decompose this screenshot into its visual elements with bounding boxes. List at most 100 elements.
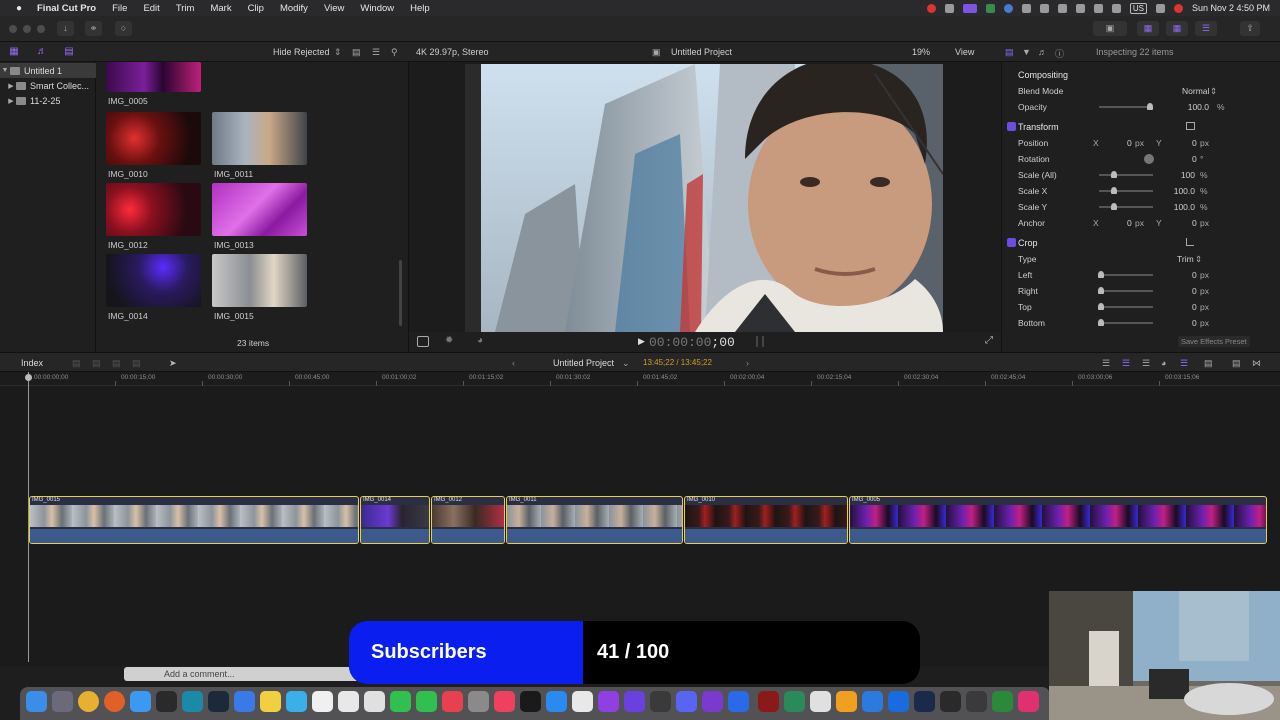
clip-thumbnail[interactable] [106,254,201,307]
app-icon[interactable] [784,691,805,712]
clip-thumbnail[interactable] [212,183,307,236]
blend-chevron-icon[interactable]: ⇕ [1210,86,1217,97]
view-dropdown[interactable]: View [955,47,974,57]
inspector-toggle-icon[interactable]: ☰ [1195,21,1217,36]
video-inspector-icon[interactable]: ▤ [1005,47,1014,58]
app-icon[interactable] [992,691,1013,712]
calendar-icon[interactable] [312,691,333,712]
app-icon[interactable] [1018,691,1039,712]
timeline-clip[interactable]: IMG_0005 [849,496,1267,544]
play-status-icon[interactable] [1057,3,1067,13]
status-app-icon-blue[interactable] [1003,3,1013,13]
slider-knob[interactable] [1111,171,1117,178]
timeline-back-icon[interactable]: ‹ [512,358,515,368]
record-status-icon[interactable] [926,3,936,13]
menu-clip[interactable]: Clip [248,3,264,14]
app-icon[interactable] [966,691,987,712]
library-item-smart-collections[interactable]: ▶ Smart Collec... [0,78,96,93]
libraries-icon[interactable]: ▦ [8,46,20,58]
scale-y-slider[interactable] [1099,203,1153,210]
slider-knob[interactable] [1098,319,1104,326]
vscode-icon[interactable] [862,691,883,712]
app-icon[interactable] [182,691,203,712]
crop-enable-checkbox[interactable] [1007,238,1016,247]
slider-knob[interactable] [1147,103,1153,110]
facetime-icon[interactable] [416,691,437,712]
overwrite-clip-icon[interactable]: ▤ [132,358,141,369]
wifi-icon[interactable] [1111,3,1121,13]
photos-audio-icon[interactable]: ♬ [36,46,48,58]
workspace-icon[interactable]: ▣ [1093,21,1127,36]
timeline-clip[interactable]: IMG_0012 [431,496,505,544]
menu-edit[interactable]: Edit [143,3,159,14]
compositing-section[interactable]: Compositing [1002,67,1280,83]
comment-input[interactable]: Add a comment... [164,669,235,679]
mail-icon[interactable] [234,691,255,712]
project-chevron-icon[interactable]: ⌄ [622,358,630,369]
reminders-icon[interactable] [338,691,359,712]
timeline-ruler[interactable]: 00:00:00;00 00:00:15;00 00:00:30;00 00:0… [0,372,1280,386]
status-app-icon[interactable] [944,3,954,13]
crop-top-slider[interactable] [1098,303,1153,310]
battery-icon[interactable] [1093,3,1103,13]
info-inspector-icon[interactable]: ⓘ [1055,47,1064,60]
scale-all-value[interactable]: 100 [1181,170,1195,180]
scale-x-slider[interactable] [1099,187,1153,194]
siri-icon[interactable] [1173,3,1183,13]
crop-right-slider[interactable] [1098,287,1153,294]
disclosure-closed-icon[interactable]: ▶ [6,82,16,90]
app-icon[interactable] [156,691,177,712]
menu-window[interactable]: Window [360,3,394,14]
clip-appearance-icon[interactable]: ▤ [1204,358,1213,369]
menu-view[interactable]: View [324,3,344,14]
browser-clip[interactable]: IMG_0015 [212,254,308,321]
app-icon[interactable] [702,691,723,712]
transform-enable-checkbox[interactable] [1007,122,1016,131]
video-frame[interactable] [465,64,943,332]
anchor-x-value[interactable]: 0 [1127,218,1132,228]
share-icon[interactable]: ⇧ [1240,21,1260,36]
menu-modify[interactable]: Modify [280,3,308,14]
select-tool-icon[interactable]: ➤ [169,358,177,369]
blend-mode-dropdown[interactable]: Normal [1182,86,1209,96]
scale-y-value[interactable]: 100.0 [1174,202,1195,212]
menu-clock[interactable]: Sun Nov 2 4:50 PM [1192,3,1270,13]
rotation-dial[interactable] [1144,154,1154,164]
browser-clip[interactable]: IMG_0012 [106,183,202,250]
app-icon[interactable] [624,691,645,712]
browser-toggle-icon[interactable]: ▦ [1137,21,1159,36]
timeline-clip[interactable]: IMG_0010 [684,496,848,544]
filter-chevron-icon[interactable]: ⇕ [334,47,342,58]
skimming-icon[interactable]: ☰ [1102,358,1110,369]
settings-icon[interactable] [468,691,489,712]
browser-clip[interactable]: IMG_0013 [212,183,308,250]
discord-icon[interactable] [676,691,697,712]
library-item-untitled-1[interactable]: ▼ Untitled 1 [0,63,96,78]
final-cut-pro-icon[interactable] [650,691,671,712]
menu-help[interactable]: Help [410,3,430,14]
crop-top-value[interactable]: 0 [1192,302,1197,312]
timeline-clip[interactable]: IMG_0014 [360,496,430,544]
headphones-icon[interactable]: ◕ [1161,358,1166,368]
menu-trim[interactable]: Trim [176,3,195,14]
clip-thumbnail[interactable] [106,183,201,236]
search-icon[interactable] [1155,3,1165,13]
transform-tool-icon[interactable] [417,336,429,347]
podcasts-icon[interactable] [598,691,619,712]
crop-left-value[interactable]: 0 [1192,270,1197,280]
browser-clip[interactable]: IMG_0011 [212,112,308,179]
slider-knob[interactable] [1098,303,1104,310]
chrome-icon[interactable] [78,691,99,712]
timeline-toggle-icon[interactable]: ▦ [1166,21,1188,36]
connect-clip-icon[interactable]: ▤ [72,358,81,369]
browser-scrollbar[interactable] [399,260,402,326]
status-app-icon-green[interactable] [985,3,995,13]
speed-icon[interactable]: ◕ [477,335,483,346]
tv-icon[interactable] [520,691,541,712]
position-x-value[interactable]: 0 [1127,138,1132,148]
clip-thumbnail[interactable] [106,112,201,165]
crop-onscreen-icon[interactable] [1186,238,1194,246]
app-icon[interactable] [888,691,909,712]
append-clip-icon[interactable]: ▤ [112,358,121,369]
opacity-value[interactable]: 100.0 [1188,102,1209,112]
